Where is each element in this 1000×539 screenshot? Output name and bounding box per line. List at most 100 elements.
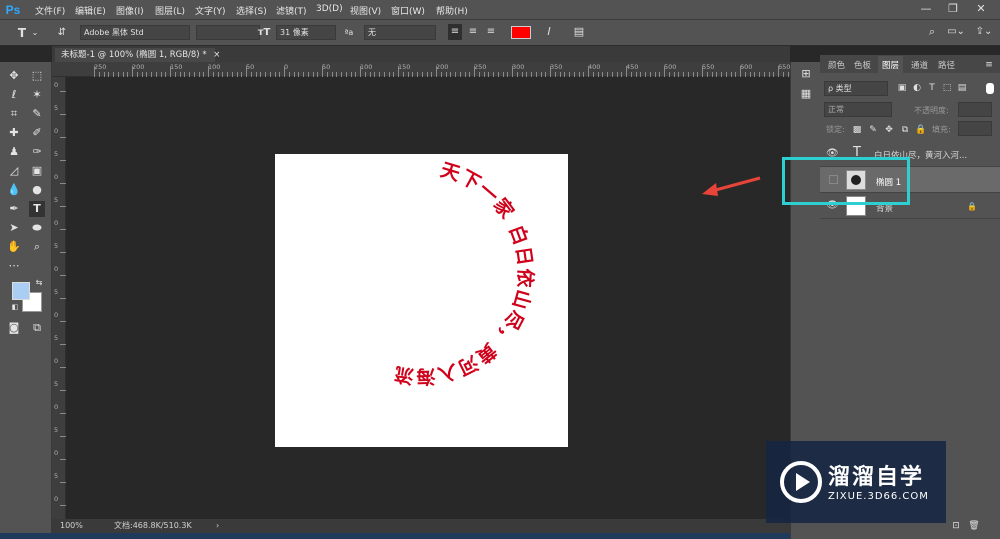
minimize-button[interactable]: — [915,1,937,17]
menu-view[interactable]: 视图(V) [350,4,381,17]
opacity-field[interactable] [958,102,992,117]
eyedropper-icon[interactable]: ✎ [29,106,45,122]
character-panel-icon[interactable]: ▤ [572,24,586,40]
more-tools-icon[interactable]: ⋯ [6,258,22,274]
ruler-tick [740,66,741,77]
tab-swatches[interactable]: 色板 [854,59,871,71]
ellipse-tool-icon[interactable]: ⬬ [29,220,45,236]
ruler-tick-label: 100 [208,63,221,71]
crop-tool-icon[interactable]: ⌗ [6,106,22,122]
tab-color[interactable]: 颜色 [828,59,845,71]
watermark-url: ZIXUE.3D66.COM [828,491,929,502]
chevron-down-icon[interactable]: ⌄ [31,25,39,41]
clone-stamp-icon[interactable]: ♟ [6,144,22,160]
foreground-color-swatch[interactable] [12,282,30,300]
align-center-icon[interactable]: ≡ [466,24,480,40]
ruler-tick-label: 5 [54,426,59,434]
lock-pixels-icon[interactable]: ✎ [867,122,879,138]
lock-position-icon[interactable]: ✥ [883,122,895,138]
antialias-select[interactable]: 无 [364,25,436,40]
filter-shape-icon[interactable]: ⬚ [941,80,953,96]
menu-window[interactable]: 窗口(W) [391,4,425,17]
history-panel-icon[interactable]: ⊞ [799,66,813,82]
default-colors-icon[interactable]: ◧ [10,302,20,312]
menu-help[interactable]: 帮助(H) [436,4,468,17]
tab-layers[interactable]: 图层 [878,56,904,74]
menu-image[interactable]: 图像(I) [116,4,144,17]
menu-select[interactable]: 选择(S) [236,4,267,17]
healing-brush-icon[interactable]: ✚ [6,125,22,141]
align-right-icon[interactable]: ≡ [484,24,498,40]
warp-text-icon[interactable]: 𝐼 [542,24,556,40]
text-orientation-icon[interactable]: ⇵ [55,25,69,41]
eraser-icon[interactable]: ◿ [6,163,22,179]
menu-3d[interactable]: 3D(D) [316,4,343,14]
font-style-select[interactable] [196,25,260,40]
zoom-level[interactable]: 100% [60,519,83,533]
filter-pixel-icon[interactable]: ▣ [896,80,908,96]
menu-type[interactable]: 文字(Y) [195,4,226,17]
new-layer-icon[interactable]: ⊡ [950,518,962,534]
history-brush-icon[interactable]: ✑ [29,144,45,160]
quick-mask-icon[interactable]: ◙ [6,320,22,336]
document-tab[interactable]: 未标题-1 @ 100% (椭圆 1, RGB/8) * × [55,48,220,62]
magic-wand-icon[interactable]: ✶ [29,87,45,103]
marquee-tool-icon[interactable]: ⬚ [29,68,45,84]
filter-type-icon[interactable]: T [926,80,938,96]
document-canvas[interactable]: 天下一家 白日依山尽，黄河入海流 [275,154,568,447]
layer-filter-select[interactable]: ρ 类型 [824,81,888,96]
zoom-tool-icon[interactable]: ⌕ [29,239,45,255]
dodge-tool-icon[interactable]: ● [29,182,45,198]
menu-file[interactable]: 文件(F) [35,4,65,17]
blur-tool-icon[interactable]: 💧 [6,182,22,198]
lasso-tool-icon[interactable]: ℓ [6,87,22,103]
ruler-tick-label: 5 [54,196,59,204]
gradient-tool-icon[interactable]: ▣ [29,163,45,179]
ruler-tick [284,66,285,77]
screen-mode-icon[interactable]: ⧉ [29,320,45,336]
properties-panel-icon[interactable]: ▦ [799,86,813,102]
lock-artboard-icon[interactable]: ⧉ [899,122,911,138]
ruler-tick [246,66,247,77]
filter-toggle[interactable] [986,83,994,94]
type-tool-icon[interactable]: T [29,201,45,217]
font-size-select[interactable]: 31 像素 [276,25,336,40]
type-tool-preset-icon[interactable]: T [14,25,30,41]
delete-layer-icon[interactable]: 🗑 [968,518,980,534]
annotation-arrow [702,176,761,196]
ruler-tick [132,66,133,77]
doc-info[interactable]: 文档:468.8K/510.3K [114,519,192,533]
menu-layer[interactable]: 图层(L) [155,4,185,17]
lock-transparent-icon[interactable]: ▩ [851,122,863,138]
search-icon[interactable]: ⌕ [925,24,939,40]
text-color-swatch[interactable] [511,26,531,39]
filter-smart-icon[interactable]: ▤ [956,80,968,96]
move-tool-icon[interactable]: ✥ [6,68,22,84]
tab-paths[interactable]: 路径 [938,59,955,71]
tab-close-icon[interactable]: × [213,50,220,60]
panel-menu-icon[interactable]: ≡ [982,57,996,73]
tools-panel: ✥ ⬚ ℓ ✶ ⌗ ✎ ✚ ✐ ♟ ✑ ◿ ▣ 💧 ● ✒ T ➤ ⬬ ✋ ⌕ … [0,62,52,539]
blend-mode-select[interactable]: 正常 [824,102,892,117]
tab-channels[interactable]: 通道 [911,59,928,71]
ruler-tick-label: 200 [436,63,449,71]
close-button[interactable]: ✕ [970,1,992,17]
filter-adjust-icon[interactable]: ◐ [911,80,923,96]
brush-tool-icon[interactable]: ✐ [29,125,45,141]
hand-tool-icon[interactable]: ✋ [6,239,22,255]
lock-all-icon[interactable]: 🔒 [915,122,927,138]
restore-button[interactable]: ❐ [942,1,964,17]
font-family-select[interactable]: Adobe 黑体 Std [80,25,190,40]
watermark: 溜溜自学 ZIXUE.3D66.COM [766,441,946,523]
menu-filter[interactable]: 滤镜(T) [276,4,307,17]
pen-tool-icon[interactable]: ✒ [6,201,22,217]
menu-edit[interactable]: 编辑(E) [75,4,106,17]
path-selection-icon[interactable]: ➤ [6,220,22,236]
workspace-icon[interactable]: ▭⌄ [944,24,968,40]
share-icon[interactable]: ⇪⌄ [972,24,996,40]
align-left-icon[interactable]: ≡ [448,24,462,40]
fill-field[interactable] [958,121,992,136]
lock-label: 锁定: [826,125,845,134]
status-menu-icon[interactable]: › [216,519,219,533]
swap-colors-icon[interactable]: ⇆ [34,278,44,288]
